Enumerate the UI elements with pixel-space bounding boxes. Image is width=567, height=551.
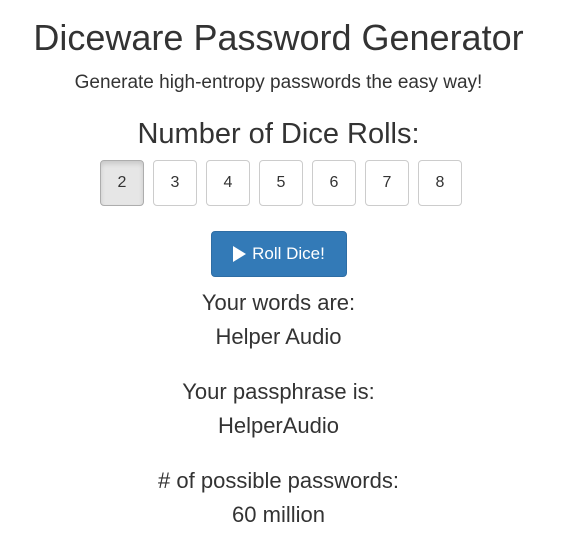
roll-dice-label: Roll Dice! — [252, 244, 325, 263]
dice-count-button-group: 2 3 4 5 6 7 8 — [100, 160, 462, 206]
passphrase-value: HelperAudio — [217, 413, 340, 438]
roll-dice-button[interactable]: Roll Dice! — [211, 231, 347, 277]
page-subtitle: Generate high-entropy passwords the easy… — [74, 72, 483, 93]
dice-count-button-6[interactable]: 6 — [312, 160, 356, 206]
page-title: Diceware Password Generator — [33, 17, 524, 58]
passphrase-label: Your passphrase is: — [182, 379, 375, 404]
dice-count-button-7[interactable]: 7 — [365, 160, 409, 206]
dice-rolls-heading: Number of Dice Rolls: — [137, 118, 420, 150]
dice-count-button-8[interactable]: 8 — [418, 160, 462, 206]
play-icon — [233, 246, 247, 262]
words-label: Your words are: — [201, 290, 356, 315]
possible-passwords-label: # of possible passwords: — [158, 468, 399, 493]
dice-count-button-3[interactable]: 3 — [153, 160, 197, 206]
dice-count-button-2[interactable]: 2 — [100, 160, 144, 206]
words-value: Helper Audio — [215, 324, 342, 349]
dice-count-button-5[interactable]: 5 — [259, 160, 303, 206]
dice-count-button-4[interactable]: 4 — [206, 160, 250, 206]
possible-passwords-value: 60 million — [232, 502, 325, 527]
diceware-page: Diceware Password Generator Generate hig… — [0, 0, 567, 551]
